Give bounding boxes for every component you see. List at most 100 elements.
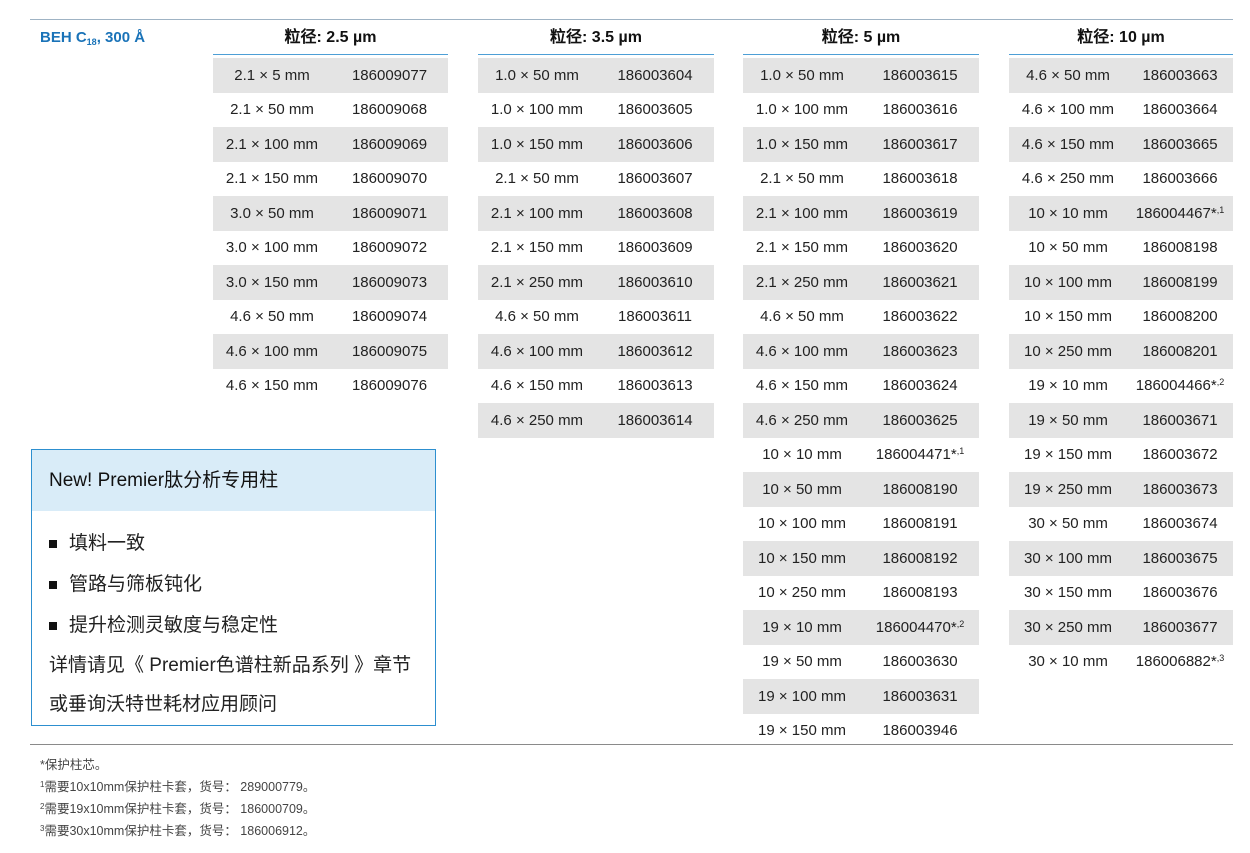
table-row: 2.1 × 250 mm 186003621 [743,265,979,300]
bottom-rule [30,744,1233,745]
table-row: 1.0 × 150 mm 186003617 [743,127,979,162]
column-dimension: 4.6 × 100 mm [490,342,584,360]
column-dimension: 4.6 × 50 mm [760,308,844,326]
part-number: 186008193 [882,584,958,602]
part-number: 186008198 [1142,239,1218,257]
column-3-5um: 粒径: 3.5 µm 1.0 × 50 mm 186003604 1.0 × 100 … [478,20,714,438]
footnote-marker: ,2 [956,618,965,629]
table-row: 4.6 × 100 mm 186009075 [213,334,448,369]
footnotes: *保护柱芯。 1需要10x10mm保护柱卡套，货号： 289000779。 2需… [40,753,315,841]
table-row: 4.6 × 150 mm 186003624 [743,369,979,404]
column-dimension: 3.0 × 50 mm [230,204,314,222]
table-row: 3.0 × 150 mm 186009073 [213,265,448,300]
part-number: 186009074 [351,308,428,326]
column-dimension: 10 × 250 mm [1024,342,1112,360]
column-dimension: 3.0 × 100 mm [225,239,319,257]
part-number: 186003676 [1142,584,1218,602]
table-row: 2.1 × 250 mm 186003610 [478,265,714,300]
part-number: 186003675 [1142,549,1218,567]
table-row: 4.6 × 100 mm 186003612 [478,334,714,369]
column-dimension: 2.1 × 50 mm [230,101,314,119]
part-number: 186009075 [351,342,428,360]
footnote: 1需要10x10mm保护柱卡套，货号： 289000779。 [40,780,316,794]
table-row: 1.0 × 50 mm 186003604 [478,58,714,93]
column-dimension: 2.1 × 150 mm [490,239,584,257]
column-dimension: 4.6 × 100 mm [755,342,849,360]
column-dimension: 19 × 100 mm [758,687,846,705]
column-rows: 1.0 × 50 mm 186003604 1.0 × 100 mm 18600360… [478,55,714,438]
column-dimension: 1.0 × 50 mm [495,66,579,84]
column-dimension: 2.1 × 100 mm [490,204,584,222]
part-number: 186003620 [882,239,958,257]
part-number: 186009072 [351,239,428,257]
table-row: 2.1 × 50 mm 186003607 [478,162,714,197]
column-dimension: 2.1 × 100 mm [225,135,319,153]
table-row: 2.1 × 150 mm 186003620 [743,231,979,266]
column-dimension: 4.6 × 50 mm [1026,66,1110,84]
promo-detail-line: 详情请见《 Premier色谱柱新品系列 》章节 [49,655,412,676]
part-number: 186003625 [882,411,958,429]
column-dimension: 10 × 100 mm [758,515,846,533]
table-row: 4.6 × 250 mm 186003614 [478,403,714,438]
part-number: 186003606 [617,135,693,153]
part-number: 186003624 [882,377,958,395]
part-number: 186004466*,2 [1135,377,1225,395]
part-number: 186003623 [882,342,958,360]
column-dimension: 10 × 150 mm [1024,308,1112,326]
part-number: 186003619 [882,204,958,222]
table-row: 30 × 10 mm 186006882*,3 [1009,645,1233,680]
column-dimension: 2.1 × 50 mm [495,170,579,188]
column-dimension: 10 × 150 mm [758,549,846,567]
column-dimension: 4.6 × 150 mm [1021,135,1115,153]
column-dimension: 19 × 150 mm [1024,446,1112,464]
table-row: 10 × 100 mm 186008191 [743,507,979,542]
part-number: 186008190 [882,480,958,498]
part-number: 186003674 [1142,515,1218,533]
table-row: 3.0 × 50 mm 186009071 [213,196,448,231]
part-number: 186003946 [882,722,958,740]
column-dimension: 19 × 50 mm [1028,411,1108,429]
column-dimension: 2.1 × 150 mm [755,239,849,257]
column-dimension: 10 × 50 mm [762,480,842,498]
column-dimension: 4.6 × 250 mm [490,411,584,429]
column-dimension: 3.0 × 150 mm [225,273,319,291]
part-number: 186003622 [882,308,958,326]
part-number: 186008191 [882,515,958,533]
table-row: 19 × 150 mm 186003946 [743,714,979,749]
table-row: 10 × 250 mm 186008201 [1009,334,1233,369]
part-number: 186008201 [1142,342,1218,360]
footnote: 3需要30x10mm保护柱卡套，货号： 186006912。 [40,824,316,838]
table-row: 19 × 250 mm 186003673 [1009,472,1233,507]
square-bullet-icon [49,580,57,589]
column-dimension: 19 × 10 mm [1028,377,1108,395]
table-row: 2.1 × 100 mm 186003608 [478,196,714,231]
column-dimension: 19 × 10 mm [762,618,842,636]
column-rows: 4.6 × 50 mm 186003663 4.6 × 100 mm 18600366… [1009,55,1233,679]
square-bullet-icon [49,539,57,548]
table-row: 4.6 × 50 mm 186003663 [1009,58,1233,93]
part-number: 186003630 [882,653,958,671]
part-number: 186003605 [617,101,693,119]
column-dimension: 4.6 × 50 mm [495,308,579,326]
column-dimension: 30 × 150 mm [1024,584,1112,602]
column-dimension: 2.1 × 100 mm [755,204,849,222]
table-row: 4.6 × 50 mm 186003622 [743,300,979,335]
part-number: 186003607 [617,170,693,188]
column-5um: 粒径: 5 µm 1.0 × 50 mm 186003615 1.0 × 100 mm… [743,20,979,748]
column-dimension: 2.1 × 50 mm [760,170,844,188]
square-bullet-icon [49,621,57,630]
part-number: 186009077 [351,66,428,84]
table-row: 10 × 50 mm 186008190 [743,472,979,507]
column-dimension: 4.6 × 50 mm [230,308,314,326]
part-number: 186003615 [882,66,958,84]
table-row: 4.6 × 150 mm 186009076 [213,369,448,404]
table-row: 4.6 × 150 mm 186003665 [1009,127,1233,162]
table-row: 2.1 × 150 mm 186009070 [213,162,448,197]
column-dimension: 2.1 × 250 mm [490,273,584,291]
table-row: 10 × 50 mm 186008198 [1009,231,1233,266]
column-dimension: 19 × 150 mm [758,722,846,740]
column-dimension: 4.6 × 150 mm [755,377,849,395]
promo-bullet: 管路与筛板钝化 [49,564,435,605]
table-row: 4.6 × 50 mm 186003611 [478,300,714,335]
part-number: 186003621 [882,273,958,291]
